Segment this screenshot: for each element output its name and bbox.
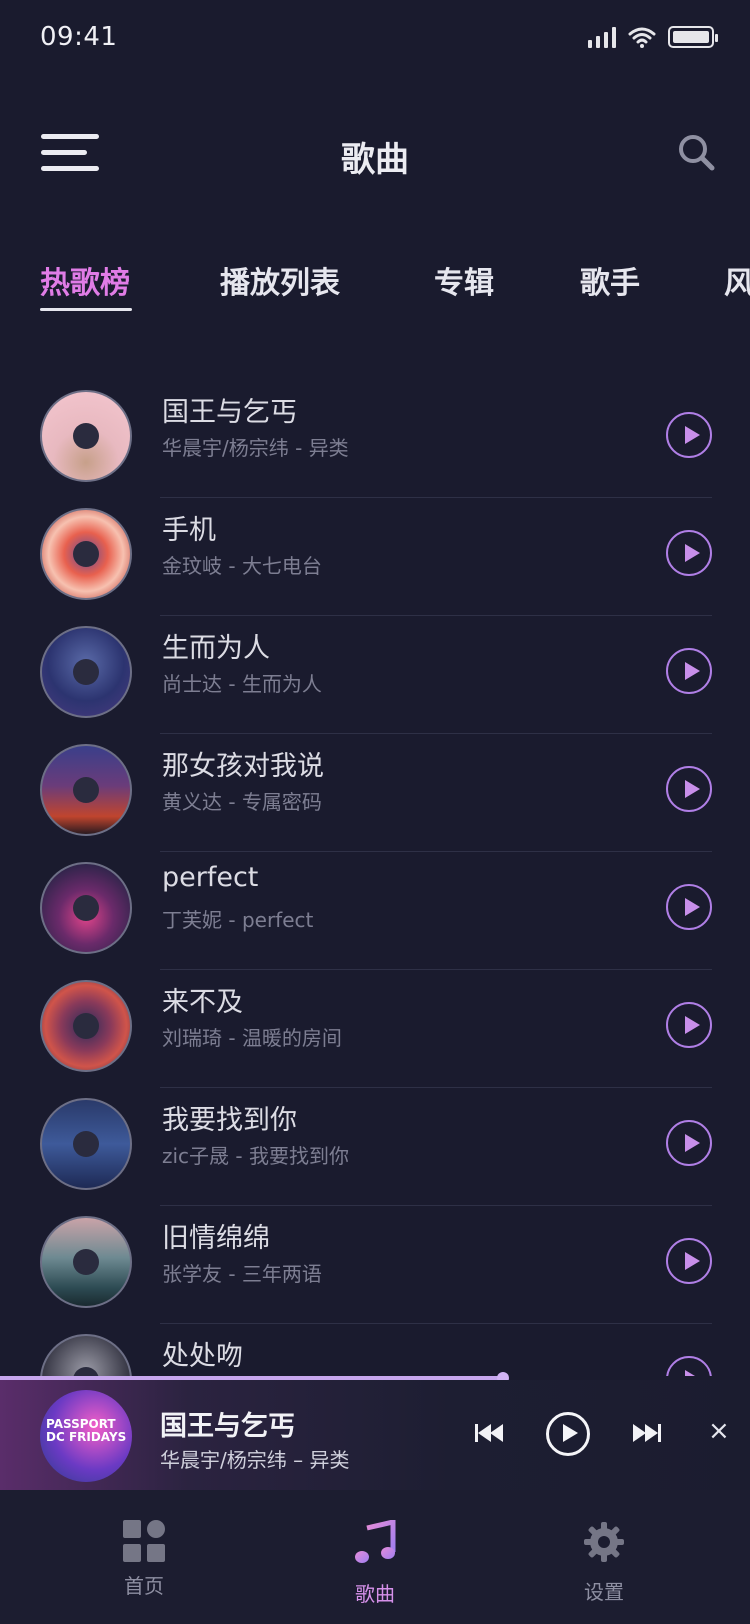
list-item[interactable]: 那女孩对我说 黄义达 - 专属密码	[0, 734, 750, 852]
song-subtitle: 黄义达 - 专属密码	[162, 790, 322, 814]
album-cover	[40, 508, 132, 600]
play-button[interactable]	[666, 766, 712, 812]
category-tabs: 热歌榜 播放列表 专辑 歌手 风	[0, 258, 750, 318]
song-subtitle: 刘瑞琦 - 温暖的房间	[162, 1026, 342, 1050]
nav-home-label: 首页	[124, 1574, 164, 1598]
play-button[interactable]	[666, 1356, 712, 1376]
song-subtitle: zic子晟 - 我要找到你	[162, 1144, 349, 1168]
nav-settings[interactable]: 设置	[524, 1520, 684, 1605]
battery-icon	[668, 26, 718, 48]
album-cover	[40, 1334, 132, 1376]
song-title: 生而为人	[162, 633, 270, 664]
album-cover	[40, 862, 132, 954]
album-cover	[40, 1216, 132, 1308]
app-header: 歌曲	[0, 120, 750, 190]
song-title: 我要找到你	[162, 1105, 297, 1136]
tab-style[interactable]: 风	[724, 258, 750, 302]
play-button[interactable]	[666, 1120, 712, 1166]
status-icons	[588, 26, 718, 48]
song-title: 国王与乞丐	[162, 397, 297, 428]
play-button[interactable]	[666, 1238, 712, 1284]
tab-albums[interactable]: 专辑	[434, 258, 494, 302]
list-item[interactable]: perfect 丁芙妮 - perfect	[0, 852, 750, 970]
search-icon[interactable]	[676, 132, 716, 172]
play-button[interactable]	[666, 884, 712, 930]
list-item[interactable]: 我要找到你 zic子晟 - 我要找到你	[0, 1088, 750, 1206]
album-cover	[40, 1098, 132, 1190]
play-pause-button[interactable]	[546, 1412, 590, 1456]
tab-hot-songs[interactable]: 热歌榜	[40, 258, 130, 302]
play-button[interactable]	[666, 1002, 712, 1048]
song-subtitle: 华晨宇/杨宗纬 - 异类	[162, 436, 349, 460]
now-playing-cover: PASSPORT DC FRIDAYS	[40, 1390, 132, 1482]
song-title: 旧情绵绵	[162, 1223, 270, 1254]
song-title: 来不及	[162, 987, 243, 1018]
song-title: 那女孩对我说	[162, 751, 324, 782]
album-cover	[40, 744, 132, 836]
next-track-icon[interactable]	[630, 1416, 664, 1450]
now-playing-title: 国王与乞丐	[160, 1411, 295, 1442]
tab-active-indicator	[40, 308, 132, 311]
status-bar: 09:41	[0, 0, 750, 80]
song-title: 处处吻	[162, 1341, 243, 1372]
song-subtitle: 丁芙妮 - perfect	[162, 908, 314, 932]
song-title: 手机	[162, 515, 216, 546]
song-subtitle: 尚士达 - 生而为人	[162, 672, 322, 696]
play-button[interactable]	[666, 648, 712, 694]
nav-home[interactable]: 首页	[64, 1520, 224, 1599]
song-title: perfect	[162, 862, 259, 893]
album-cover	[40, 390, 132, 482]
signal-icon	[588, 26, 616, 48]
list-item[interactable]: 手机 金玟岐 - 大七电台	[0, 498, 750, 616]
now-playing-bar[interactable]: PASSPORT DC FRIDAYS 国王与乞丐 华晨宇/杨宗纬 – 异类 ×	[0, 1380, 750, 1490]
play-button[interactable]	[666, 530, 712, 576]
nav-settings-label: 设置	[584, 1580, 624, 1604]
song-subtitle: 金玟岐 - 大七电台	[162, 554, 322, 578]
nav-songs[interactable]: 歌曲	[295, 1518, 455, 1607]
tab-artists[interactable]: 歌手	[580, 258, 640, 302]
album-cover	[40, 626, 132, 718]
album-cover	[40, 980, 132, 1072]
song-subtitle: 张学友 - 三年两语	[162, 1262, 322, 1286]
gear-icon	[584, 1522, 624, 1562]
list-item[interactable]: 处处吻 -	[0, 1324, 750, 1376]
cover-text: PASSPORT DC FRIDAYS	[46, 1417, 127, 1444]
list-item[interactable]: 旧情绵绵 张学友 - 三年两语	[0, 1206, 750, 1324]
page-title: 歌曲	[341, 140, 409, 180]
status-time: 09:41	[40, 22, 118, 52]
nav-songs-label: 歌曲	[355, 1582, 395, 1606]
play-button[interactable]	[666, 412, 712, 458]
song-list: 国王与乞丐 华晨宇/杨宗纬 - 异类 手机 金玟岐 - 大七电台 生而为人 尚士…	[0, 380, 750, 1376]
list-item[interactable]: 国王与乞丐 华晨宇/杨宗纬 - 异类	[0, 380, 750, 498]
wifi-icon	[628, 27, 656, 48]
bottom-navigation: 首页 歌曲 设置	[0, 1490, 750, 1624]
tab-playlist[interactable]: 播放列表	[220, 258, 340, 302]
music-note-icon	[355, 1518, 396, 1563]
previous-track-icon[interactable]	[472, 1416, 506, 1450]
list-item[interactable]: 来不及 刘瑞琦 - 温暖的房间	[0, 970, 750, 1088]
list-item[interactable]: 生而为人 尚士达 - 生而为人	[0, 616, 750, 734]
now-playing-subtitle: 华晨宇/杨宗纬 – 异类	[160, 1448, 350, 1472]
home-grid-icon	[123, 1520, 165, 1562]
close-icon[interactable]: ×	[708, 1416, 730, 1446]
